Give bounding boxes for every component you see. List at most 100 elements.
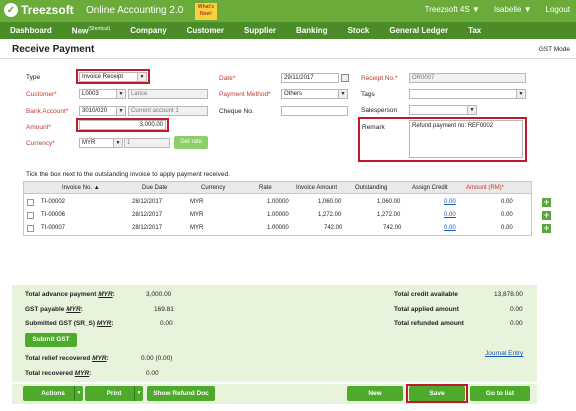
receipt-no-label: Receipt No.* — [361, 75, 398, 82]
assign-credit-link[interactable]: 0.00 — [444, 225, 456, 231]
company-switcher[interactable]: Treezsoft 4S ▼ — [425, 5, 480, 14]
new-button[interactable]: New — [347, 386, 403, 401]
row-checkbox[interactable] — [27, 199, 34, 206]
credit-available-label: Total credit available — [394, 291, 458, 298]
col-invoice-no-label: Invoice No. — [62, 185, 93, 191]
calendar-icon[interactable] — [341, 74, 349, 82]
applied-amount-value: 0.00 — [510, 306, 523, 313]
amount-label: Amount* — [26, 124, 51, 131]
col-outstanding[interactable]: Outstanding — [355, 185, 387, 191]
col-rate[interactable]: Rate — [259, 185, 272, 191]
date-input[interactable]: 29/11/2017 — [281, 73, 339, 83]
rate-field: 1 — [124, 138, 170, 148]
gst-payable-currency: MYR — [66, 306, 81, 313]
add-icon[interactable]: + — [542, 198, 551, 207]
amount-input[interactable]: 3,000.00 — [79, 120, 166, 130]
remark-textarea[interactable]: Refund payment no: REF0002 — [409, 120, 523, 158]
col-assign-credit[interactable]: Assign Credit — [412, 185, 448, 191]
print-label: Print — [106, 390, 122, 397]
chevron-down-icon[interactable]: ▼ — [74, 386, 83, 401]
recovered-currency: MYR — [74, 370, 90, 377]
col-due-date[interactable]: Due Date — [142, 185, 167, 191]
refunded-amount-value: 0.00 — [510, 320, 523, 327]
amount[interactable]: 0.00 — [501, 225, 513, 231]
bank-code-input[interactable]: 3010/020 ▼ — [79, 106, 126, 116]
logout-link[interactable]: Logout — [546, 5, 570, 14]
currency-select[interactable]: MYR ▼ — [79, 138, 123, 148]
amount[interactable]: 0.00 — [501, 199, 513, 205]
nav-company[interactable]: Company — [120, 26, 176, 35]
journal-entry-link[interactable]: Journal Entry — [485, 350, 523, 357]
go-to-list-button[interactable]: Go to list — [470, 386, 530, 401]
date-label: Date* — [219, 75, 236, 82]
relief-recovered-value: 0.00 (0.00) — [141, 355, 173, 362]
assign-credit-link[interactable]: 0.00 — [444, 212, 456, 218]
col-amount[interactable]: Amount (RM)* — [466, 185, 504, 191]
due-date: 28/12/2017 — [132, 199, 163, 205]
invoice-amount: 1,060.00 — [318, 199, 342, 205]
submit-gst-button[interactable]: Submit GST — [25, 333, 77, 347]
submitted-gst-label: Submitted GST (SR_S) MYR: — [25, 320, 114, 327]
nav-new[interactable]: New(Shortcut) — [62, 26, 120, 36]
outstanding: 742.00 — [383, 225, 402, 231]
actions-button[interactable]: Actions ▼ — [23, 386, 83, 401]
logo-text: Treezsoft — [21, 3, 74, 17]
chevron-down-icon: ▼ — [113, 139, 122, 147]
nav-stock[interactable]: Stock — [338, 26, 380, 35]
nav-new-shortcut: (Shortcut) — [88, 25, 111, 32]
actions-label: Actions — [41, 390, 65, 397]
tags-label: Tags — [361, 91, 375, 98]
payment-method-select[interactable]: Others ▼ — [281, 89, 348, 99]
cheque-no-input[interactable] — [281, 106, 348, 116]
rate: 1.00000 — [267, 225, 289, 231]
get-rate-button[interactable]: Get rate — [174, 136, 208, 149]
customer-code-input[interactable]: L0003 ▼ — [79, 89, 126, 99]
salesperson-select[interactable]: ▼ — [409, 105, 477, 115]
table-row: TI-00002 28/12/2017 MYR 1.00000 1,060.00… — [24, 196, 551, 210]
nav-tax[interactable]: Tax — [458, 26, 491, 35]
show-refund-doc-button[interactable]: Show Refund Doc — [147, 386, 215, 401]
col-invoice-no[interactable]: Invoice No. ▲ — [62, 185, 100, 191]
tags-select[interactable]: ▼ — [409, 89, 526, 99]
whats-new-badge[interactable]: What's New! — [195, 3, 217, 20]
currency: MYR — [190, 212, 204, 218]
due-date: 28/12/2017 — [132, 225, 163, 231]
logo-icon: ✓ — [4, 3, 18, 17]
page-title: Receive Payment — [12, 44, 95, 55]
nav-customer[interactable]: Customer — [177, 26, 234, 35]
outstanding: 1,272.00 — [377, 212, 401, 218]
assign-credit-link[interactable]: 0.00 — [444, 199, 456, 205]
amount[interactable]: 0.00 — [501, 212, 513, 218]
cheque-no-label: Cheque No. — [219, 108, 254, 115]
remark-label: Remark — [362, 124, 385, 131]
save-button[interactable]: Save — [409, 386, 465, 401]
nav-dashboard[interactable]: Dashboard — [0, 26, 62, 35]
app-logo[interactable]: ✓ Treezsoft — [4, 3, 74, 17]
type-select[interactable]: Invoice Receipt ▼ — [79, 72, 147, 82]
nav-banking[interactable]: Banking — [286, 26, 338, 35]
chevron-down-icon[interactable]: ▼ — [134, 386, 143, 401]
user-menu[interactable]: Isabelle ▼ — [494, 5, 532, 14]
row-checkbox[interactable] — [27, 212, 34, 219]
gst-payable-text: GST payable — [25, 306, 65, 313]
advance-currency: MYR — [98, 291, 113, 298]
total-recovered-text: Total recovered — [25, 370, 73, 377]
add-icon[interactable]: + — [542, 224, 551, 233]
nav-supplier[interactable]: Supplier — [234, 26, 286, 35]
relief-recovered-label: Total relief recovered MYR: — [25, 355, 109, 362]
col-currency[interactable]: Currency — [201, 185, 225, 191]
advance-payment-text: Total advance payment — [25, 291, 97, 298]
submitted-gst-text: Submitted GST (SR_S) — [25, 320, 96, 327]
app-subtitle: Online Accounting 2.0 — [86, 5, 184, 16]
nav-general-ledger[interactable]: General Ledger — [379, 26, 458, 35]
add-icon[interactable]: + — [542, 211, 551, 220]
submitted-gst-value: 0.00 — [160, 320, 173, 327]
gst-payable-value: 169.81 — [154, 306, 174, 313]
table-header: Invoice No. ▲ Due Date Currency Rate Inv… — [24, 182, 531, 194]
type-value: Invoice Receipt — [82, 74, 124, 80]
nav-new-label: New — [71, 26, 89, 36]
invoice-table: Invoice No. ▲ Due Date Currency Rate Inv… — [23, 181, 551, 236]
row-checkbox[interactable] — [27, 225, 34, 232]
print-button[interactable]: Print ▼ — [85, 386, 143, 401]
col-invoice-amount[interactable]: Invoice Amount — [296, 185, 337, 191]
